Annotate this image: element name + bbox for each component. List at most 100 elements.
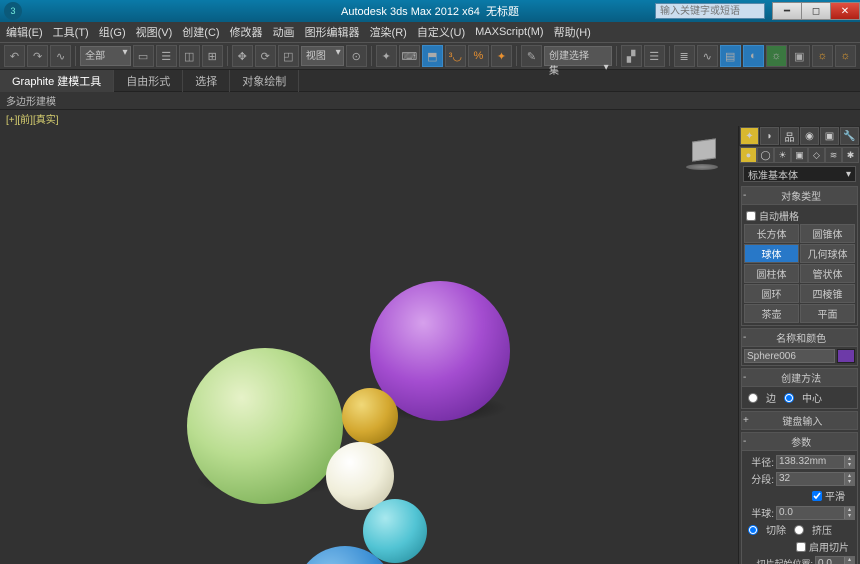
prim-box[interactable]: 长方体: [744, 224, 799, 243]
menu-view[interactable]: 视图(V): [136, 24, 173, 40]
center-radio[interactable]: [784, 393, 794, 403]
rollout-keyboard[interactable]: +键盘输入: [741, 411, 858, 430]
tab-create-icon[interactable]: ✦: [740, 127, 759, 145]
autogrid-checkbox[interactable]: [746, 211, 756, 221]
render-frame-button[interactable]: ▣: [789, 45, 810, 67]
angle-snap-button[interactable]: ³◡: [445, 45, 466, 67]
schematic-button[interactable]: ▤: [720, 45, 741, 67]
menu-help[interactable]: 帮助(H): [554, 24, 591, 40]
link-button[interactable]: ∿: [50, 45, 71, 67]
menu-render[interactable]: 渲染(R): [370, 24, 407, 40]
edge-radio[interactable]: [748, 393, 758, 403]
keymode-button[interactable]: ⌨: [399, 45, 420, 67]
menu-graph[interactable]: 图形编辑器: [305, 24, 360, 40]
redo-button[interactable]: ↷: [27, 45, 48, 67]
prim-cone[interactable]: 圆锥体: [800, 224, 855, 243]
align-button[interactable]: ☰: [644, 45, 665, 67]
helpers-icon[interactable]: ◇: [808, 147, 825, 163]
cameras-icon[interactable]: ▣: [791, 147, 808, 163]
slicefrom-input[interactable]: 0.0: [816, 557, 844, 564]
prim-plane[interactable]: 平面: [800, 304, 855, 323]
hemi-input[interactable]: 0.0: [777, 507, 844, 519]
menu-animation[interactable]: 动画: [273, 24, 295, 40]
menu-customize[interactable]: 自定义(U): [417, 24, 465, 40]
help-search-input[interactable]: [655, 3, 765, 19]
prim-cylinder[interactable]: 圆柱体: [744, 264, 799, 283]
prim-teapot[interactable]: 茶壶: [744, 304, 799, 323]
editnamedsel-button[interactable]: ✎: [521, 45, 542, 67]
select-region-button[interactable]: ◫: [179, 45, 200, 67]
tab-modify-icon[interactable]: ◗: [760, 127, 779, 145]
lights-icon[interactable]: ☀: [774, 147, 791, 163]
spacewarps-icon[interactable]: ≋: [825, 147, 842, 163]
spinner-down-icon[interactable]: ▾: [844, 462, 854, 468]
selection-filter-dropdown[interactable]: 全部: [80, 46, 130, 66]
rollout-name-color[interactable]: -名称和颜色: [741, 328, 858, 347]
curve-editor-button[interactable]: ∿: [697, 45, 718, 67]
viewport-label[interactable]: [+][前][真实]: [0, 110, 860, 126]
ribbon-sub[interactable]: 多边形建模: [0, 92, 860, 110]
app-logo-icon[interactable]: 3: [4, 2, 22, 20]
rollout-object-type[interactable]: -对象类型: [741, 186, 858, 205]
maximize-button[interactable]: ◻: [801, 2, 831, 20]
menu-tools[interactable]: 工具(T): [53, 24, 89, 40]
chop-radio[interactable]: [748, 525, 758, 535]
prim-geosphere[interactable]: 几何球体: [800, 244, 855, 263]
slice-checkbox[interactable]: [796, 542, 806, 552]
smooth-checkbox[interactable]: [812, 491, 822, 501]
select-name-button[interactable]: ☰: [156, 45, 177, 67]
select-button[interactable]: ▭: [133, 45, 154, 67]
viewport[interactable]: [0, 126, 738, 564]
material-button[interactable]: ◐: [743, 45, 764, 67]
object-color-swatch[interactable]: [837, 349, 855, 363]
rotate-button[interactable]: ⟳: [255, 45, 276, 67]
tab-freeform[interactable]: 自由形式: [114, 70, 183, 92]
tab-selection[interactable]: 选择: [183, 70, 230, 92]
prim-sphere[interactable]: 球体: [744, 244, 799, 263]
menu-maxscript[interactable]: MAXScript(M): [475, 26, 543, 38]
snap-toggle-button[interactable]: ⬒: [422, 45, 443, 67]
prim-torus[interactable]: 圆环: [744, 284, 799, 303]
named-selection-dropdown[interactable]: 创建选择集: [544, 46, 612, 66]
render-button[interactable]: ☼: [812, 45, 833, 67]
close-button[interactable]: ✕: [830, 2, 860, 20]
shapes-icon[interactable]: ◯: [757, 147, 774, 163]
manip-button[interactable]: ✦: [376, 45, 397, 67]
render-setup-button[interactable]: ☼: [766, 45, 787, 67]
radius-input[interactable]: 138.32mm: [777, 456, 844, 468]
tab-hierarchy-icon[interactable]: 品: [780, 127, 799, 145]
scale-button[interactable]: ◰: [278, 45, 299, 67]
prim-tube[interactable]: 管状体: [800, 264, 855, 283]
tab-motion-icon[interactable]: ◉: [800, 127, 819, 145]
move-button[interactable]: ✥: [232, 45, 253, 67]
refcoord-dropdown[interactable]: 视图: [301, 46, 344, 66]
tab-objpaint[interactable]: 对象绘制: [230, 70, 299, 92]
rollout-create-method[interactable]: -创建方法: [741, 368, 858, 387]
render-prod-button[interactable]: ☼: [835, 45, 856, 67]
tab-display-icon[interactable]: ▣: [820, 127, 839, 145]
minimize-button[interactable]: ━: [772, 2, 802, 20]
sphere-gold[interactable]: [342, 388, 398, 444]
rollout-params[interactable]: -参数: [741, 432, 858, 451]
menu-edit[interactable]: 编辑(E): [6, 24, 43, 40]
segments-input[interactable]: 32: [777, 473, 844, 485]
prim-pyramid[interactable]: 四棱锥: [800, 284, 855, 303]
menu-create[interactable]: 创建(C): [182, 24, 219, 40]
undo-button[interactable]: ↶: [4, 45, 25, 67]
geom-icon[interactable]: ●: [740, 147, 757, 163]
pivot-button[interactable]: ⊙: [346, 45, 367, 67]
sphere-green[interactable]: [187, 348, 343, 504]
squash-radio[interactable]: [794, 525, 804, 535]
percent-snap-button[interactable]: %: [468, 45, 489, 67]
layers-button[interactable]: ≣: [674, 45, 695, 67]
spinner-snap-button[interactable]: ✦: [491, 45, 512, 67]
systems-icon[interactable]: ✱: [842, 147, 859, 163]
window-crossing-button[interactable]: ⊞: [202, 45, 223, 67]
menu-modifiers[interactable]: 修改器: [230, 24, 263, 40]
tab-utilities-icon[interactable]: 🔧: [840, 127, 859, 145]
object-name-input[interactable]: Sphere006: [745, 350, 834, 362]
menu-group[interactable]: 组(G): [99, 24, 126, 40]
viewcube[interactable]: [686, 136, 722, 172]
mirror-button[interactable]: ▞: [621, 45, 642, 67]
tab-graphite[interactable]: Graphite 建模工具: [0, 70, 114, 92]
